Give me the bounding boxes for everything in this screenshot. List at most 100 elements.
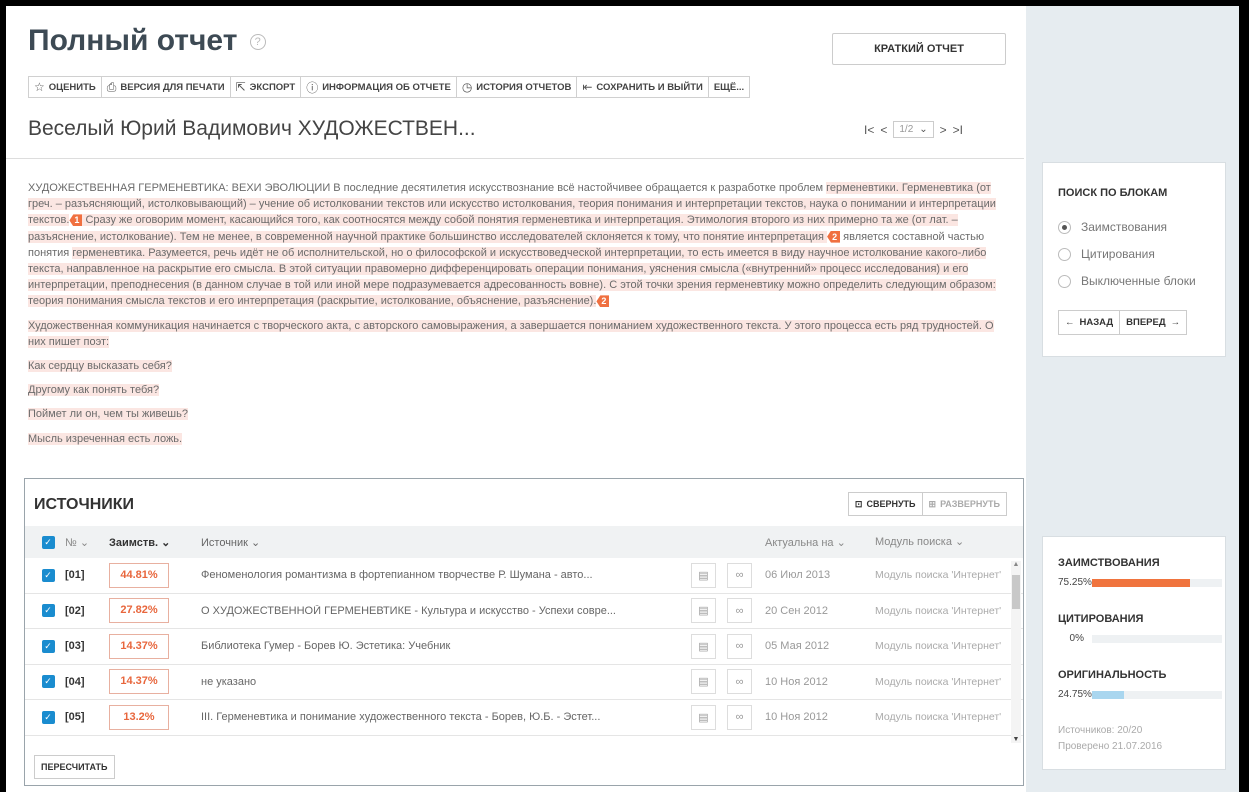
radio-citations[interactable]: Цитирования — [1058, 247, 1155, 261]
next-page-button[interactable]: > — [940, 123, 947, 137]
link-icon[interactable]: ∞ — [727, 704, 752, 730]
table-row[interactable]: ✓ [04] 14.37% не указано ▤ ∞ 10 Ноя 2012… — [25, 665, 1023, 700]
borrowed-block[interactable]: Другому как понять тебя? — [28, 384, 160, 397]
col-source[interactable]: Источник ⌄ — [201, 536, 691, 549]
expand-button[interactable]: ⊞ РАЗВЕРНУТЬ — [921, 493, 1006, 515]
cite-stat-value: 0% — [1069, 633, 1084, 644]
row-date: 20 Сен 2012 — [765, 604, 828, 617]
col-module[interactable]: Модуль поиска ⌄ — [875, 536, 1005, 548]
scrollbar-thumb[interactable] — [1012, 575, 1020, 609]
book-icon[interactable]: ▤ — [691, 562, 716, 588]
row-no: [02] — [65, 604, 85, 617]
borrowed-block[interactable]: Художественная коммуникация начинается с… — [28, 319, 994, 348]
back-button[interactable]: ← НАЗАД — [1059, 311, 1119, 334]
rate-button[interactable]: ☆ ОЦЕНИТЬ — [29, 77, 102, 97]
borrow-stat-value: 75.25% — [1058, 577, 1092, 588]
row-pct-cell: 14.37% — [109, 669, 201, 695]
scroll-down-icon[interactable]: ▼ — [1011, 736, 1021, 743]
orig-stat-value: 24.75% — [1058, 689, 1092, 700]
book-icon[interactable]: ▤ — [691, 598, 716, 624]
more-button[interactable]: ЕЩЁ... — [709, 77, 749, 97]
radio-excluded[interactable]: Выключенные блоки — [1058, 274, 1196, 288]
row-checkbox[interactable]: ✓ — [25, 604, 65, 618]
radio-label: Заимствования — [1081, 220, 1168, 234]
report-info-button[interactable]: ⓘ ИНФОРМАЦИЯ ОБ ОТЧЕТЕ — [301, 77, 457, 97]
block-search-title: ПОИСК ПО БЛОКАМ — [1058, 187, 1168, 199]
text-paragraph: Мысль изреченная есть ложь. — [28, 431, 1008, 447]
link-icon[interactable]: ∞ — [727, 633, 752, 659]
row-no: [01] — [65, 569, 85, 582]
col-borrow[interactable]: Заимств. ⌄ — [109, 536, 201, 549]
row-source[interactable]: Библиотека Гумер - Борев Ю. Эстетика: Уч… — [201, 640, 691, 652]
text-fragment: ХУДОЖЕСТВЕННАЯ ГЕРМЕНЕВТИКА: ВЕХИ ЭВОЛЮЦ… — [28, 182, 827, 194]
export-icon: ⇱ — [235, 80, 246, 94]
borrowed-block[interactable]: Поймет ли он, чем ты живешь? — [28, 408, 188, 421]
row-btn-cell: ▤ — [691, 598, 727, 624]
table-row[interactable]: ✓ [02] 27.82% О ХУДОЖЕСТВЕННОЙ ГЕРМЕНЕВТ… — [25, 594, 1023, 629]
forward-button[interactable]: ВПЕРЕД → — [1119, 311, 1186, 334]
save-exit-button[interactable]: ⇤ СОХРАНИТЬ И ВЫЙТИ — [577, 77, 709, 97]
short-report-button[interactable]: КРАТКИЙ ОТЧЕТ — [832, 33, 1006, 65]
more-label: ЕЩЁ... — [713, 81, 745, 93]
table-row[interactable]: ✓ [01] 44.81% Феноменология романтизма в… — [25, 558, 1023, 594]
borrow-bar — [1092, 578, 1222, 587]
table-row[interactable]: ✓ [03] 14.37% Библиотека Гумер - Борев Ю… — [25, 629, 1023, 665]
col-no[interactable]: № ⌄ — [65, 536, 109, 549]
table-row[interactable]: ✓ [05] 13.2% III. Герменевтика и пониман… — [25, 700, 1023, 736]
row-date: 05 Мая 2012 — [765, 640, 830, 653]
back-label: НАЗАД — [1079, 317, 1114, 328]
document-text: ХУДОЖЕСТВЕННАЯ ГЕРМЕНЕВТИКА: ВЕХИ ЭВОЛЮЦ… — [28, 180, 1008, 455]
page-select[interactable]: 1/2 ⌄ — [893, 121, 934, 138]
print-version-button[interactable]: ⎙ ВЕРСИЯ ДЛЯ ПЕЧАТИ — [102, 77, 231, 97]
document-title: Веселый Юрий Вадимович ХУДОЖЕСТВЕН... — [28, 117, 476, 140]
borrowed-block[interactable]: герменевтика. Разумеется, речь идёт не о… — [28, 246, 996, 308]
row-source[interactable]: О ХУДОЖЕСТВЕННОЙ ГЕРМЕНЕВТИКЕ - Культура… — [201, 605, 691, 617]
sources-count: Источников: 20/20 — [1058, 725, 1143, 736]
sources-scrollbar[interactable]: ▲ ▼ — [1011, 561, 1021, 743]
row-source[interactable]: III. Герменевтика и понимание художестве… — [201, 711, 691, 723]
row-checkbox[interactable]: ✓ — [25, 568, 65, 582]
check-icon: ✓ — [41, 639, 55, 653]
report-info-label: ИНФОРМАЦИЯ ОБ ОТЧЕТЕ — [322, 81, 451, 93]
report-history-button[interactable]: ◷ ИСТОРИЯ ОТЧЕТОВ — [457, 77, 578, 97]
radio-borrowings[interactable]: Заимствования — [1058, 220, 1167, 234]
book-icon[interactable]: ▤ — [691, 704, 716, 730]
link-icon[interactable]: ∞ — [727, 598, 752, 624]
report-toolbar: ☆ ОЦЕНИТЬ ⎙ ВЕРСИЯ ДЛЯ ПЕЧАТИ ⇱ ЭКСПОРТ ⓘ ИН… — [28, 76, 751, 98]
collapse-label: СВЕРНУТЬ — [866, 499, 916, 509]
link-icon[interactable]: ∞ — [727, 562, 752, 588]
book-icon[interactable]: ▤ — [691, 669, 716, 695]
row-btn-cell: ▤ — [691, 669, 727, 695]
last-page-button[interactable]: >I — [953, 123, 963, 137]
printer-icon: ⎙ — [106, 79, 117, 94]
check-icon: ✓ — [41, 675, 55, 689]
source-marker[interactable]: 2 — [596, 295, 610, 308]
row-checkbox[interactable]: ✓ — [25, 639, 65, 653]
book-icon[interactable]: ▤ — [691, 633, 716, 659]
block-search-panel: ПОИСК ПО БЛОКАМ Заимствования Цитировани… — [1042, 162, 1226, 357]
col-date[interactable]: Актуальна на ⌄ — [755, 536, 875, 549]
borrowed-block[interactable]: Мысль изреченная есть ложь. — [28, 432, 183, 445]
prev-page-button[interactable]: < — [880, 123, 887, 137]
help-icon[interactable]: ? — [249, 34, 266, 51]
borrowed-block[interactable]: Как сердцу высказать себя? — [28, 360, 172, 373]
scroll-up-icon[interactable]: ▲ — [1011, 561, 1021, 568]
row-source[interactable]: не указано — [201, 676, 691, 688]
table-header: ✓ № ⌄ Заимств. ⌄ Источник ⌄ Актуальна на… — [25, 526, 1023, 558]
check-icon: ✓ — [41, 568, 55, 582]
recalculate-button[interactable]: ПЕРЕСЧИТАТЬ — [34, 755, 115, 779]
link-icon[interactable]: ∞ — [727, 669, 752, 695]
source-marker[interactable]: 2 — [827, 230, 841, 243]
export-button[interactable]: ⇱ ЭКСПОРТ — [231, 77, 302, 97]
stats-panel: ЗАИМСТВОВАНИЯ 75.25% ЦИТИРОВАНИЯ 0% ОРИГ… — [1042, 536, 1226, 770]
borrowed-block[interactable]: Сразу же оговорим момент, касающийся тог… — [28, 214, 958, 243]
select-all-checkbox[interactable]: ✓ — [25, 535, 65, 549]
first-page-button[interactable]: I< — [864, 123, 874, 137]
row-checkbox[interactable]: ✓ — [25, 675, 65, 689]
source-marker[interactable]: 1 — [69, 214, 83, 227]
block-nav: ← НАЗАД ВПЕРЕД → — [1058, 310, 1188, 335]
row-source[interactable]: Феноменология романтизма в фортепианном … — [201, 569, 691, 581]
collapse-button[interactable]: ⊡ СВЕРНУТЬ — [849, 493, 922, 515]
text-fade — [6, 455, 1024, 480]
row-checkbox[interactable]: ✓ — [25, 710, 65, 724]
